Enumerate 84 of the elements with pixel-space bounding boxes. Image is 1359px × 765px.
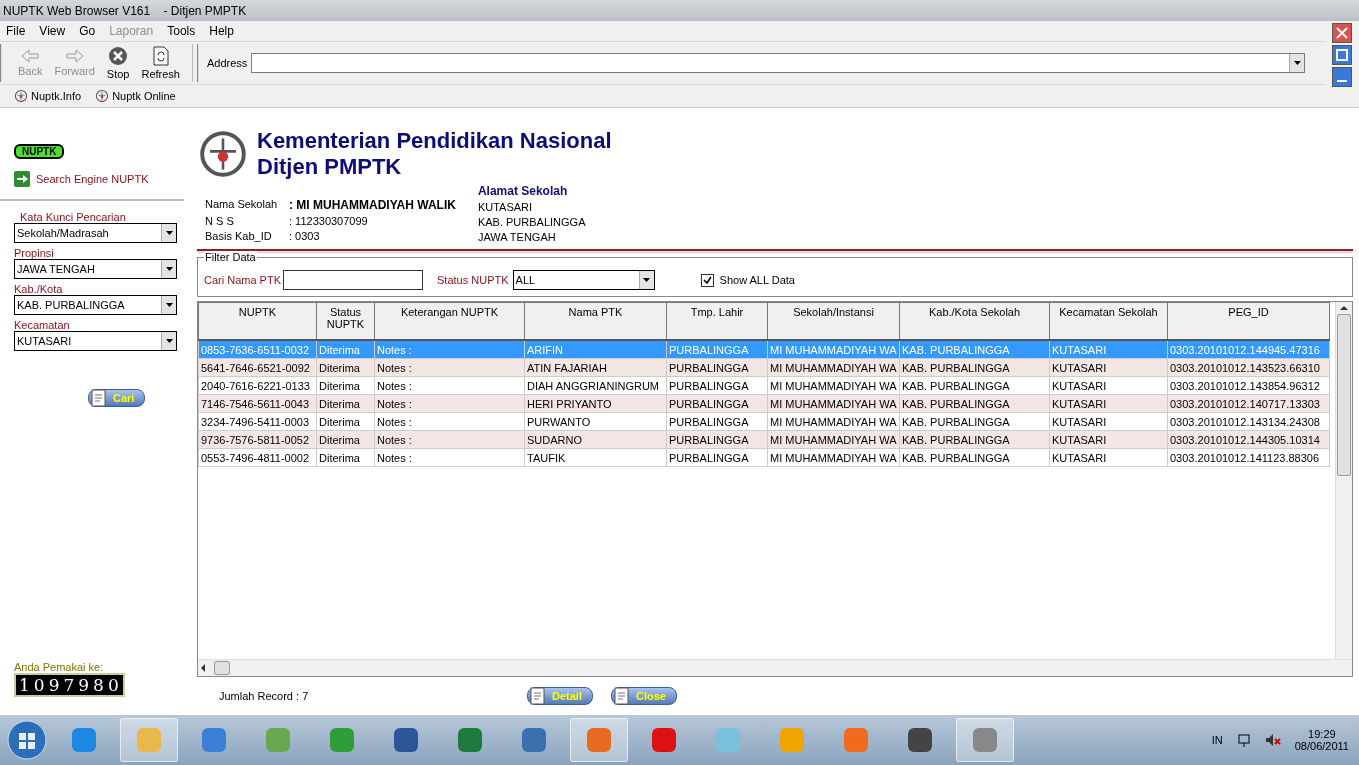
minimize-button[interactable] [1332, 67, 1352, 87]
field-label: Status NUPTK [437, 274, 509, 286]
caret-icon [1293, 61, 1301, 65]
horizontal-scrollbar[interactable] [198, 659, 1352, 676]
speaker-muted-icon[interactable] [1264, 733, 1281, 747]
visitor-label: Anda Pemakai ke: [14, 661, 105, 673]
network-icon[interactable] [1236, 733, 1251, 747]
address-line: JAWA TENGAH [477, 231, 557, 243]
checkbox[interactable] [700, 273, 714, 287]
close-button[interactable] [1332, 23, 1352, 43]
caret-icon [165, 303, 173, 307]
clock-time: 19:29 [1308, 728, 1336, 740]
column-header[interactable]: Sekolah/Instansi [767, 302, 900, 340]
column-header[interactable]: Kecamatan Sekolah [1049, 302, 1168, 340]
field-label: Propinsi [14, 247, 55, 259]
field-label: Kab./Kota [14, 283, 64, 295]
column-header[interactable]: Tmp. Lahir [666, 302, 768, 340]
status-dropdown[interactable]: ALL [512, 270, 655, 290]
field-label: Cari Nama PTK [204, 274, 282, 286]
toolbar-button[interactable]: Refresh [137, 46, 184, 80]
info-label: Basis Kab_ID [205, 230, 273, 242]
taskbar-button[interactable] [570, 718, 628, 762]
language-indicator[interactable]: IN [1211, 734, 1223, 746]
close-icon [1336, 27, 1348, 39]
column-header[interactable]: Status NUPTK [316, 302, 375, 340]
menu-item[interactable]: File [6, 24, 26, 38]
stop-icon [108, 46, 129, 66]
ministry-title: Kementerian Pendidikan Nasional [257, 128, 612, 154]
column-header[interactable]: Nama PTK [524, 302, 667, 340]
caret-icon [165, 231, 173, 235]
dropdown[interactable]: Sekolah/Madrasah [14, 223, 177, 243]
square-icon [1336, 49, 1348, 61]
toolbar-button[interactable]: Stop [102, 46, 134, 80]
refresh-icon [152, 46, 169, 66]
address-label: Address [207, 57, 248, 69]
column-header[interactable]: NUPTK [198, 302, 317, 340]
maximize-button[interactable] [1332, 45, 1352, 65]
field-label: Kecamatan [14, 319, 71, 331]
checkbox-label: Show ALL Data [719, 274, 795, 286]
info-value: : 112330307099 [289, 215, 369, 227]
scrollbar-thumb[interactable] [1337, 314, 1351, 476]
name-search-field[interactable] [283, 270, 424, 290]
clock-date: 08/06/2011 [1294, 740, 1349, 752]
menu-item[interactable]: View [39, 24, 66, 38]
app-icon [841, 725, 871, 755]
info-label: N S S [205, 215, 235, 227]
record-count: Jumlah Record : 7 [219, 690, 310, 702]
start-button[interactable] [6, 719, 48, 761]
search-engine-link[interactable]: Search Engine NUPTK [14, 171, 190, 187]
minimize-icon [1336, 80, 1348, 82]
dropdown[interactable]: JAWA TENGAH [14, 259, 177, 279]
taskbar-button[interactable] [956, 718, 1014, 762]
menu-item[interactable]: Tools [167, 24, 196, 38]
caret-icon [165, 267, 173, 271]
address-title: Alamat Sekolah [477, 184, 569, 198]
info-value: : MI MUHAMMADIYAH WALIK [289, 198, 456, 212]
info-label: Nama Sekolah [205, 198, 279, 212]
link-button[interactable]: Nuptk.Info [14, 89, 82, 103]
address-field[interactable] [251, 53, 1305, 73]
caret-icon [643, 278, 651, 282]
field-label: Kata Kunci Pencarian [19, 211, 127, 223]
forward-arrow-icon [65, 49, 84, 63]
column-header[interactable]: Kab./Kota Sekolah [899, 302, 1050, 340]
dropdown[interactable]: KAB. PURBALINGGA [14, 295, 177, 315]
address-line: KAB. PURBALINGGA [477, 216, 586, 228]
column-header[interactable]: Keterangan NUPTK [374, 302, 525, 340]
column-header[interactable]: PEG_ID [1167, 302, 1330, 340]
address-line: KUTASARI [477, 201, 534, 213]
app-icon [327, 725, 357, 755]
directorate-title: Ditjen PMPTK [257, 154, 403, 180]
logo: NUPTK [14, 144, 65, 159]
dropdown[interactable]: KUTASARI [14, 331, 177, 351]
info-value: : 0303 [289, 230, 321, 242]
vertical-scrollbar[interactable] [1335, 302, 1352, 659]
menu-item[interactable]: Go [79, 24, 96, 38]
back-arrow-icon [21, 49, 40, 63]
scrollbar-thumb[interactable] [214, 661, 230, 675]
link-button[interactable]: Nuptk Online [95, 89, 176, 103]
filter-legend: Filter Data [204, 251, 257, 263]
caret-icon [165, 339, 173, 343]
menu-item[interactable]: Help [209, 24, 234, 38]
visitor-counter: 1097980 [14, 673, 125, 697]
app-icon [777, 725, 807, 755]
window-title: NUPTK Web Browser V161 - Ditjen PMPTK [3, 3, 247, 18]
